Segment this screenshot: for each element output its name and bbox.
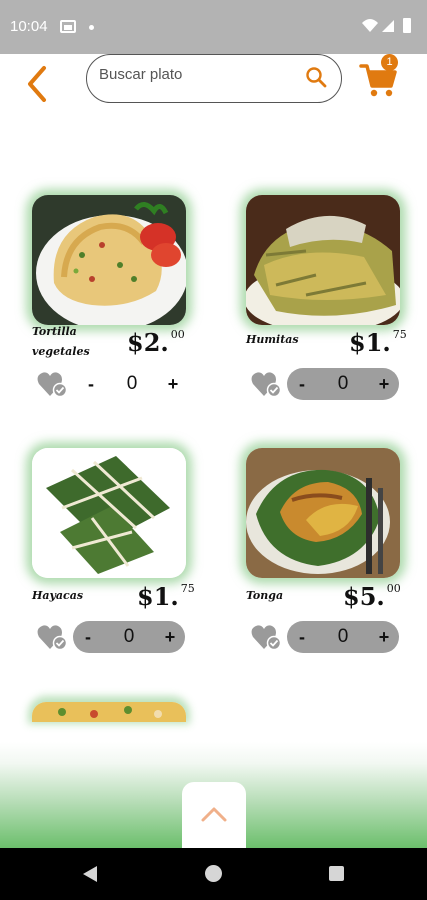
tonga-photo xyxy=(246,448,400,578)
navigation-bar xyxy=(0,848,427,900)
increase-button[interactable]: + xyxy=(371,621,397,653)
decrease-button[interactable]: - xyxy=(289,621,315,653)
chevron-up-icon xyxy=(201,807,227,822)
quantity-stepper: - 0 + xyxy=(287,621,399,653)
price-main: $1. xyxy=(137,582,179,611)
price-main: $5. xyxy=(343,582,385,611)
nav-recents-icon[interactable] xyxy=(329,866,344,881)
signal-icon xyxy=(382,20,394,32)
humitas-photo xyxy=(246,195,400,325)
price-cents: 75 xyxy=(392,328,407,341)
product-name: Tonga xyxy=(246,589,284,602)
decrease-button[interactable]: - xyxy=(289,368,315,400)
product-image-humitas[interactable] xyxy=(246,195,400,325)
increase-button[interactable]: + xyxy=(157,621,183,653)
favorite-heart-icon[interactable] xyxy=(36,370,68,398)
favorite-heart-icon[interactable] xyxy=(250,623,282,651)
price-main: $1. xyxy=(349,328,391,357)
quantity-value: 0 xyxy=(337,373,349,394)
status-indicators xyxy=(362,18,411,33)
product-image-tonga[interactable] xyxy=(246,448,400,578)
decrease-button[interactable]: - xyxy=(78,368,104,400)
price-cents: 00 xyxy=(170,328,185,341)
increase-button[interactable]: + xyxy=(160,368,186,400)
quantity-value: 0 xyxy=(126,373,138,394)
favorite-heart-icon[interactable] xyxy=(36,623,68,651)
hayacas-photo xyxy=(32,448,186,578)
product-price: $2. 00 xyxy=(127,328,185,357)
product-price: $1. 75 xyxy=(137,582,195,611)
quantity-value: 0 xyxy=(337,626,349,647)
scroll-to-top-button[interactable] xyxy=(182,782,246,848)
product-name: Humitas xyxy=(246,333,299,346)
product-image-hayacas[interactable] xyxy=(32,448,186,578)
product-image-partial[interactable] xyxy=(32,702,186,722)
product-name: Tortilla vegetales xyxy=(32,325,90,358)
product-name: Hayacas xyxy=(32,589,84,602)
decrease-button[interactable]: - xyxy=(75,621,101,653)
battery-icon xyxy=(403,18,411,33)
food-photo-partial xyxy=(32,702,186,722)
product-card-tonga: Tonga $5. 00 - 0 + xyxy=(0,0,401,653)
price-cents: 00 xyxy=(386,582,401,595)
quantity-stepper: - 0 + xyxy=(287,368,399,400)
nav-back-icon[interactable] xyxy=(81,865,99,883)
price-main: $2. xyxy=(127,328,169,357)
search-icon[interactable] xyxy=(305,66,327,88)
product-price: $5. 00 xyxy=(343,582,401,611)
price-cents: 75 xyxy=(180,582,195,595)
favorite-heart-icon[interactable] xyxy=(250,370,282,398)
quantity-value: 0 xyxy=(123,626,135,647)
product-price: $1. 75 xyxy=(349,328,407,357)
cart-badge: 1 xyxy=(381,54,398,71)
nav-home-icon[interactable] xyxy=(205,865,222,882)
increase-button[interactable]: + xyxy=(371,368,397,400)
quantity-stepper: - 0 + xyxy=(76,368,188,400)
wifi-icon xyxy=(362,19,378,32)
quantity-stepper: - 0 + xyxy=(73,621,185,653)
